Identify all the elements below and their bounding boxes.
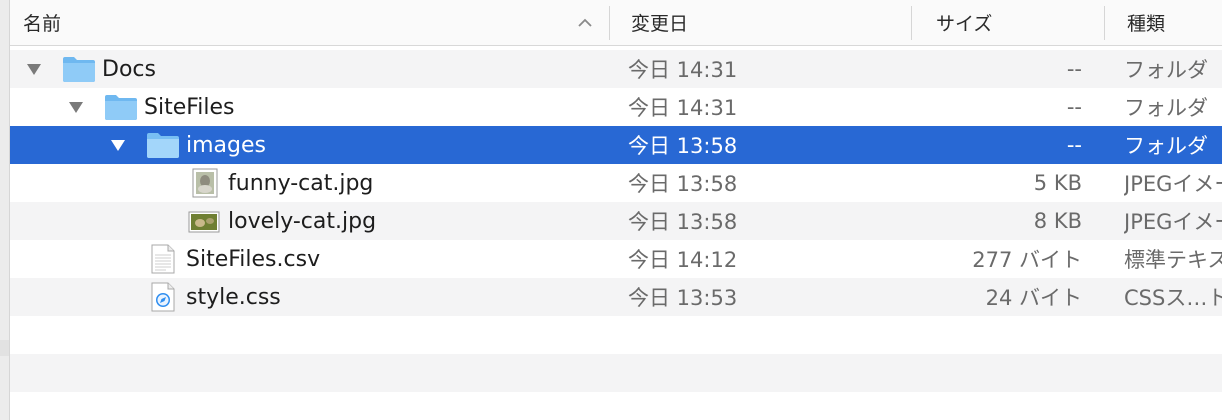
date-cell: 今日 14:31 <box>628 58 738 82</box>
kind-cell: フォルダ <box>1124 134 1208 158</box>
finder-list-view: 名前 変更日 サイズ 種類 Docs 今日 14:31 -- フォルダ Site… <box>0 0 1222 420</box>
sort-ascending-chevron-icon[interactable] <box>576 14 594 32</box>
css-document-icon <box>151 282 175 312</box>
date-cell: 今日 13:58 <box>628 172 738 196</box>
kind-cell: フォルダ <box>1124 58 1208 82</box>
file-name: Docs <box>102 56 156 82</box>
column-header-kind[interactable]: 種類 <box>1105 0 1222 45</box>
kind-cell: JPEGイメージ <box>1124 210 1222 234</box>
folder-icon <box>147 133 179 158</box>
empty-row <box>10 316 1222 354</box>
size-cell: 5 KB <box>1033 171 1082 195</box>
file-list: 名前 変更日 サイズ 種類 Docs 今日 14:31 -- フォルダ Site… <box>10 0 1222 420</box>
size-cell: -- <box>1066 133 1082 157</box>
sidebar-edge <box>0 0 10 420</box>
column-header-name[interactable]: 名前 <box>10 0 610 45</box>
column-kind-label: 種類 <box>1127 13 1166 35</box>
file-row-docs[interactable]: Docs 今日 14:31 -- フォルダ <box>10 50 1222 88</box>
column-header-size[interactable]: サイズ <box>912 0 1105 45</box>
disclosure-triangle-expanded-icon[interactable] <box>110 138 126 152</box>
file-name: style.css <box>186 284 281 310</box>
jpeg-thumbnail-icon <box>192 168 218 198</box>
file-name: SiteFiles <box>144 94 235 120</box>
kind-cell: 標準テキスト <box>1124 248 1222 272</box>
file-name: lovely-cat.jpg <box>228 208 377 234</box>
size-cell: -- <box>1066 57 1082 81</box>
size-cell: 8 KB <box>1033 209 1082 233</box>
name-cell: SiteFiles <box>10 88 610 126</box>
name-cell: style.css <box>10 278 610 316</box>
file-row-images[interactable]: images 今日 13:58 -- フォルダ <box>10 126 1222 164</box>
text-document-icon <box>151 244 175 274</box>
file-rows: Docs 今日 14:31 -- フォルダ SiteFiles 今日 14:31… <box>10 50 1222 392</box>
column-date-label: 変更日 <box>631 13 689 35</box>
name-cell: funny-cat.jpg <box>10 164 610 202</box>
folder-icon <box>105 95 137 120</box>
empty-row <box>10 354 1222 392</box>
file-name: SiteFiles.csv <box>186 246 321 272</box>
disclosure-triangle-expanded-icon[interactable] <box>26 62 42 76</box>
file-name: funny-cat.jpg <box>228 170 374 196</box>
file-row-lovely-cat[interactable]: lovely-cat.jpg 今日 13:58 8 KB JPEGイメージ <box>10 202 1222 240</box>
column-header-date[interactable]: 変更日 <box>610 0 912 45</box>
date-cell: 今日 13:53 <box>628 286 738 310</box>
disclosure-triangle-expanded-icon[interactable] <box>68 100 84 114</box>
kind-cell: JPEGイメージ <box>1124 172 1222 196</box>
kind-cell: フォルダ <box>1124 96 1208 120</box>
file-row-style-css[interactable]: style.css 今日 13:53 24 バイト CSSス…ト <box>10 278 1222 316</box>
size-cell: 277 バイト <box>972 248 1082 272</box>
kind-cell: CSSス…ト <box>1124 286 1222 310</box>
column-size-label: サイズ <box>936 13 993 35</box>
folder-icon <box>63 57 95 82</box>
file-row-sitefiles-csv[interactable]: SiteFiles.csv 今日 14:12 277 バイト 標準テキスト <box>10 240 1222 278</box>
size-cell: -- <box>1066 95 1082 119</box>
jpeg-thumbnail-icon <box>188 211 220 233</box>
date-cell: 今日 14:31 <box>628 96 738 120</box>
date-cell: 今日 13:58 <box>628 134 738 158</box>
name-cell: images <box>10 126 610 164</box>
sidebar-scroll-handle[interactable] <box>0 340 9 356</box>
date-cell: 今日 14:12 <box>628 248 738 272</box>
column-header: 名前 変更日 サイズ 種類 <box>10 0 1222 46</box>
date-cell: 今日 13:58 <box>628 210 738 234</box>
name-cell: lovely-cat.jpg <box>10 202 610 240</box>
file-row-sitefiles[interactable]: SiteFiles 今日 14:31 -- フォルダ <box>10 88 1222 126</box>
file-name: images <box>186 132 266 158</box>
column-name-label: 名前 <box>23 13 62 35</box>
file-row-funny-cat[interactable]: funny-cat.jpg 今日 13:58 5 KB JPEGイメージ <box>10 164 1222 202</box>
name-cell: SiteFiles.csv <box>10 240 610 278</box>
name-cell: Docs <box>10 50 610 88</box>
size-cell: 24 バイト <box>985 286 1082 310</box>
